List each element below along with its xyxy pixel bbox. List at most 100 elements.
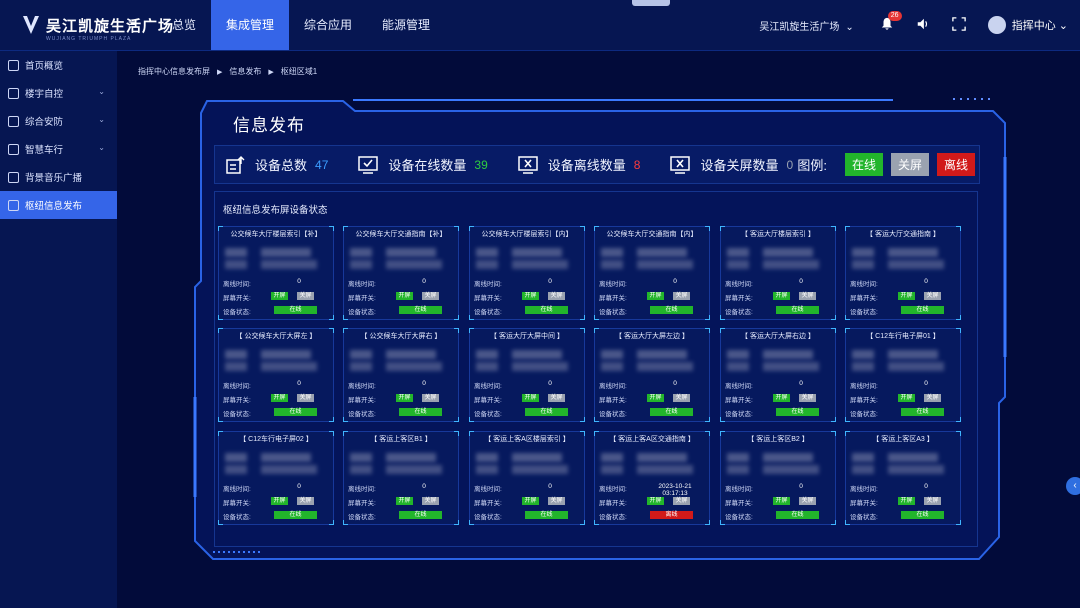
device-card[interactable]: 【 公交候车大厅大屏右 】离线时间:0屏幕开关:开屏关屏设备状态:在线 bbox=[343, 328, 459, 422]
location-selector[interactable]: 吴江凯旋生活广场⌄ bbox=[759, 18, 853, 33]
screen-off-button[interactable]: 关屏 bbox=[673, 292, 690, 300]
screen-on-button[interactable]: 开屏 bbox=[522, 292, 539, 300]
blurred-field bbox=[386, 453, 436, 462]
sidebar-item[interactable]: 楼宇自控⌄ bbox=[0, 79, 117, 107]
screen-on-button[interactable]: 开屏 bbox=[271, 497, 288, 505]
screen-off-button[interactable]: 关屏 bbox=[799, 292, 816, 300]
chevron-down-icon: ⌄ bbox=[845, 22, 853, 33]
sidebar-item[interactable]: 背景音乐广播 bbox=[0, 163, 117, 191]
card-corner bbox=[218, 520, 223, 525]
blurred-field bbox=[476, 350, 498, 359]
sidebar-item[interactable]: 综合安防⌄ bbox=[0, 107, 117, 135]
user-menu[interactable]: 指挥中心 ⌄ bbox=[1012, 17, 1068, 33]
device-card[interactable]: 【 客运大厅大屏中间 】离线时间:0屏幕开关:开屏关屏设备状态:在线 bbox=[469, 328, 585, 422]
screen-off-button[interactable]: 关屏 bbox=[548, 394, 565, 402]
device-card[interactable]: 公交候车大厅交通指南【补】离线时间:0屏幕开关:开屏关屏设备状态:在线 bbox=[343, 226, 459, 320]
screen-off-button[interactable]: 关屏 bbox=[673, 497, 690, 505]
breadcrumb-item[interactable]: 信息发布 bbox=[229, 67, 261, 76]
device-card[interactable]: 【 客运上客区B2 】离线时间:0屏幕开关:开屏关屏设备状态:在线 bbox=[720, 431, 836, 525]
screen-on-button[interactable]: 开屏 bbox=[522, 497, 539, 505]
device-card[interactable]: 公交候车大厅交通指南【内】离线时间:0屏幕开关:开屏关屏设备状态:在线 bbox=[594, 226, 710, 320]
collapse-chevron-icon[interactable]: ‹ bbox=[1066, 477, 1080, 495]
card-corner bbox=[720, 226, 725, 231]
device-card[interactable]: 【 客运大厅大屏右边 】离线时间:0屏幕开关:开屏关屏设备状态:在线 bbox=[720, 328, 836, 422]
screen-on-button[interactable]: 开屏 bbox=[522, 394, 539, 402]
volume-icon[interactable] bbox=[916, 17, 932, 33]
screen-on-button[interactable]: 开屏 bbox=[773, 394, 790, 402]
screen-on-button[interactable]: 开屏 bbox=[773, 497, 790, 505]
device-name: 【 客运大厅楼层索引 】 bbox=[721, 227, 835, 243]
device-status-badge: 在线 bbox=[776, 408, 819, 416]
menu-toggle-icon[interactable]: ≡ bbox=[128, 17, 142, 31]
device-status-label: 设备状态: bbox=[599, 306, 627, 316]
screen-on-button[interactable]: 开屏 bbox=[773, 292, 790, 300]
device-card[interactable]: 公交候车大厅楼层索引【内】离线时间:0屏幕开关:开屏关屏设备状态:在线 bbox=[469, 226, 585, 320]
screen-off-button[interactable]: 关屏 bbox=[799, 497, 816, 505]
screen-off-button[interactable]: 关屏 bbox=[297, 292, 314, 300]
screen-off-button[interactable]: 关屏 bbox=[297, 394, 314, 402]
nav-item[interactable]: 总览 bbox=[157, 0, 211, 50]
nav-item[interactable]: 综合应用 bbox=[289, 0, 367, 50]
screen-on-button[interactable]: 开屏 bbox=[898, 394, 915, 402]
screen-on-button[interactable]: 开屏 bbox=[396, 394, 413, 402]
screen-on-button[interactable]: 开屏 bbox=[647, 292, 664, 300]
device-card[interactable]: 【 客运上客A区楼层索引 】离线时间:0屏幕开关:开屏关屏设备状态:在线 bbox=[469, 431, 585, 525]
device-card[interactable]: 【 客运上客区B1 】离线时间:0屏幕开关:开屏关屏设备状态:在线 bbox=[343, 431, 459, 525]
screen-off-button[interactable]: 关屏 bbox=[548, 292, 565, 300]
top-handle[interactable] bbox=[632, 0, 670, 6]
legend-online: 在线 bbox=[845, 153, 883, 176]
screen-on-button[interactable]: 开屏 bbox=[898, 497, 915, 505]
screen-off-button[interactable]: 关屏 bbox=[422, 497, 439, 505]
device-card[interactable]: 【 客运上客区A3 】离线时间:0屏幕开关:开屏关屏设备状态:在线 bbox=[845, 431, 961, 525]
card-corner bbox=[329, 226, 334, 231]
breadcrumb-item[interactable]: 指挥中心信息发布屏 bbox=[138, 67, 210, 76]
screen-off-button[interactable]: 关屏 bbox=[924, 497, 941, 505]
screen-on-button[interactable]: 开屏 bbox=[898, 292, 915, 300]
nav-item[interactable]: 集成管理 bbox=[211, 0, 289, 50]
card-corner bbox=[705, 417, 710, 422]
card-corner bbox=[831, 520, 836, 525]
blurred-field bbox=[763, 362, 819, 371]
screen-on-button[interactable]: 开屏 bbox=[647, 394, 664, 402]
avatar[interactable] bbox=[988, 16, 1006, 34]
card-corner bbox=[343, 328, 348, 333]
device-name: 【 客运上客A区楼层索引 】 bbox=[470, 432, 584, 448]
screen-switch-label: 屏幕开关: bbox=[850, 394, 878, 404]
screen-off-button[interactable]: 关屏 bbox=[422, 292, 439, 300]
screen-off-button[interactable]: 关屏 bbox=[548, 497, 565, 505]
screen-on-button[interactable]: 开屏 bbox=[396, 497, 413, 505]
screen-on-button[interactable]: 开屏 bbox=[271, 292, 288, 300]
sidebar-item[interactable]: 枢纽信息发布 bbox=[0, 191, 117, 219]
device-status-badge: 在线 bbox=[525, 408, 568, 416]
sidebar-item[interactable]: 智慧车行⌄ bbox=[0, 135, 117, 163]
screen-off-button[interactable]: 关屏 bbox=[422, 394, 439, 402]
logo[interactable]: 吴江凯旋生活广场 WUJIANG TRIUMPH PLAZA bbox=[22, 10, 174, 40]
device-card[interactable]: 【 客运上客A区交通指南 】离线时间:2023-10-21 03:17:13屏幕… bbox=[594, 431, 710, 525]
screen-off-button[interactable]: 关屏 bbox=[673, 394, 690, 402]
sidebar-item[interactable]: 首页概览 bbox=[0, 51, 117, 79]
device-card[interactable]: 【 客运大厅交通指南 】离线时间:0屏幕开关:开屏关屏设备状态:在线 bbox=[845, 226, 961, 320]
screen-off-button[interactable]: 关屏 bbox=[924, 292, 941, 300]
card-corner bbox=[580, 226, 585, 231]
device-name: 【 C12车行电子屏01 】 bbox=[846, 329, 960, 345]
blurred-field bbox=[637, 465, 693, 474]
device-card[interactable]: 【 C12车行电子屏01 】离线时间:0屏幕开关:开屏关屏设备状态:在线 bbox=[845, 328, 961, 422]
device-card[interactable]: 【 客运大厅大屏左边 】离线时间:0屏幕开关:开屏关屏设备状态:在线 bbox=[594, 328, 710, 422]
nav-item[interactable]: 能源管理 bbox=[367, 0, 445, 50]
offline-time-value: 0 bbox=[279, 483, 319, 490]
screen-off-button[interactable]: 关屏 bbox=[297, 497, 314, 505]
screen-off-button[interactable]: 关屏 bbox=[799, 394, 816, 402]
screen-on-button[interactable]: 开屏 bbox=[647, 497, 664, 505]
card-corner bbox=[469, 315, 474, 320]
device-card[interactable]: 【 C12车行电子屏02 】离线时间:0屏幕开关:开屏关屏设备状态:在线 bbox=[218, 431, 334, 525]
device-card[interactable]: 【 公交候车大厅大屏左 】离线时间:0屏幕开关:开屏关屏设备状态:在线 bbox=[218, 328, 334, 422]
screen-off-button[interactable]: 关屏 bbox=[924, 394, 941, 402]
screen-on-button[interactable]: 开屏 bbox=[396, 292, 413, 300]
fullscreen-icon[interactable] bbox=[952, 17, 968, 33]
bell-icon[interactable]: 26 bbox=[880, 17, 896, 33]
device-card[interactable]: 【 客运大厅楼层索引 】离线时间:0屏幕开关:开屏关屏设备状态:在线 bbox=[720, 226, 836, 320]
device-card[interactable]: 公交候车大厅楼层索引【补】离线时间:0屏幕开关:开屏关屏设备状态:在线 bbox=[218, 226, 334, 320]
offline-time-label: 离线时间: bbox=[474, 380, 502, 390]
screen-on-button[interactable]: 开屏 bbox=[271, 394, 288, 402]
blurred-field bbox=[637, 362, 693, 371]
